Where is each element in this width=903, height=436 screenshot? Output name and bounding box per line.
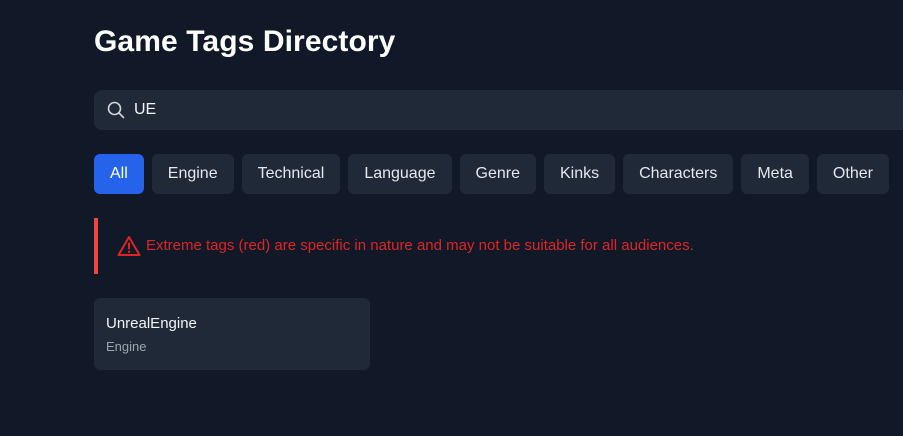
- tag-card[interactable]: UnrealEngine Engine: [94, 298, 370, 370]
- filter-technical[interactable]: Technical: [241, 154, 341, 194]
- tag-name: UnrealEngine: [106, 315, 197, 332]
- filter-meta[interactable]: Meta: [741, 154, 809, 194]
- filter-characters[interactable]: Characters: [623, 154, 734, 194]
- filter-language[interactable]: Language: [348, 154, 452, 194]
- category-filters: All Engine Technical Language Genre Kink…: [94, 154, 889, 194]
- warning-triangle-icon: [117, 235, 141, 257]
- filter-kinks[interactable]: Kinks: [543, 154, 616, 194]
- search-icon: [107, 101, 125, 119]
- tag-category: Engine: [106, 339, 147, 354]
- filter-other[interactable]: Other: [816, 154, 889, 194]
- page-title: Game Tags Directory: [94, 25, 396, 58]
- filter-genre[interactable]: Genre: [459, 154, 536, 194]
- extreme-tags-warning: Extreme tags (red) are specific in natur…: [94, 218, 794, 274]
- filter-engine[interactable]: Engine: [151, 154, 234, 194]
- filter-all[interactable]: All: [94, 154, 144, 194]
- tags-page: Game Tags Directory All Engine Technical…: [0, 0, 903, 436]
- warning-text: Extreme tags (red) are specific in natur…: [146, 237, 694, 254]
- search-input[interactable]: [134, 90, 894, 130]
- search-bar[interactable]: [94, 90, 903, 130]
